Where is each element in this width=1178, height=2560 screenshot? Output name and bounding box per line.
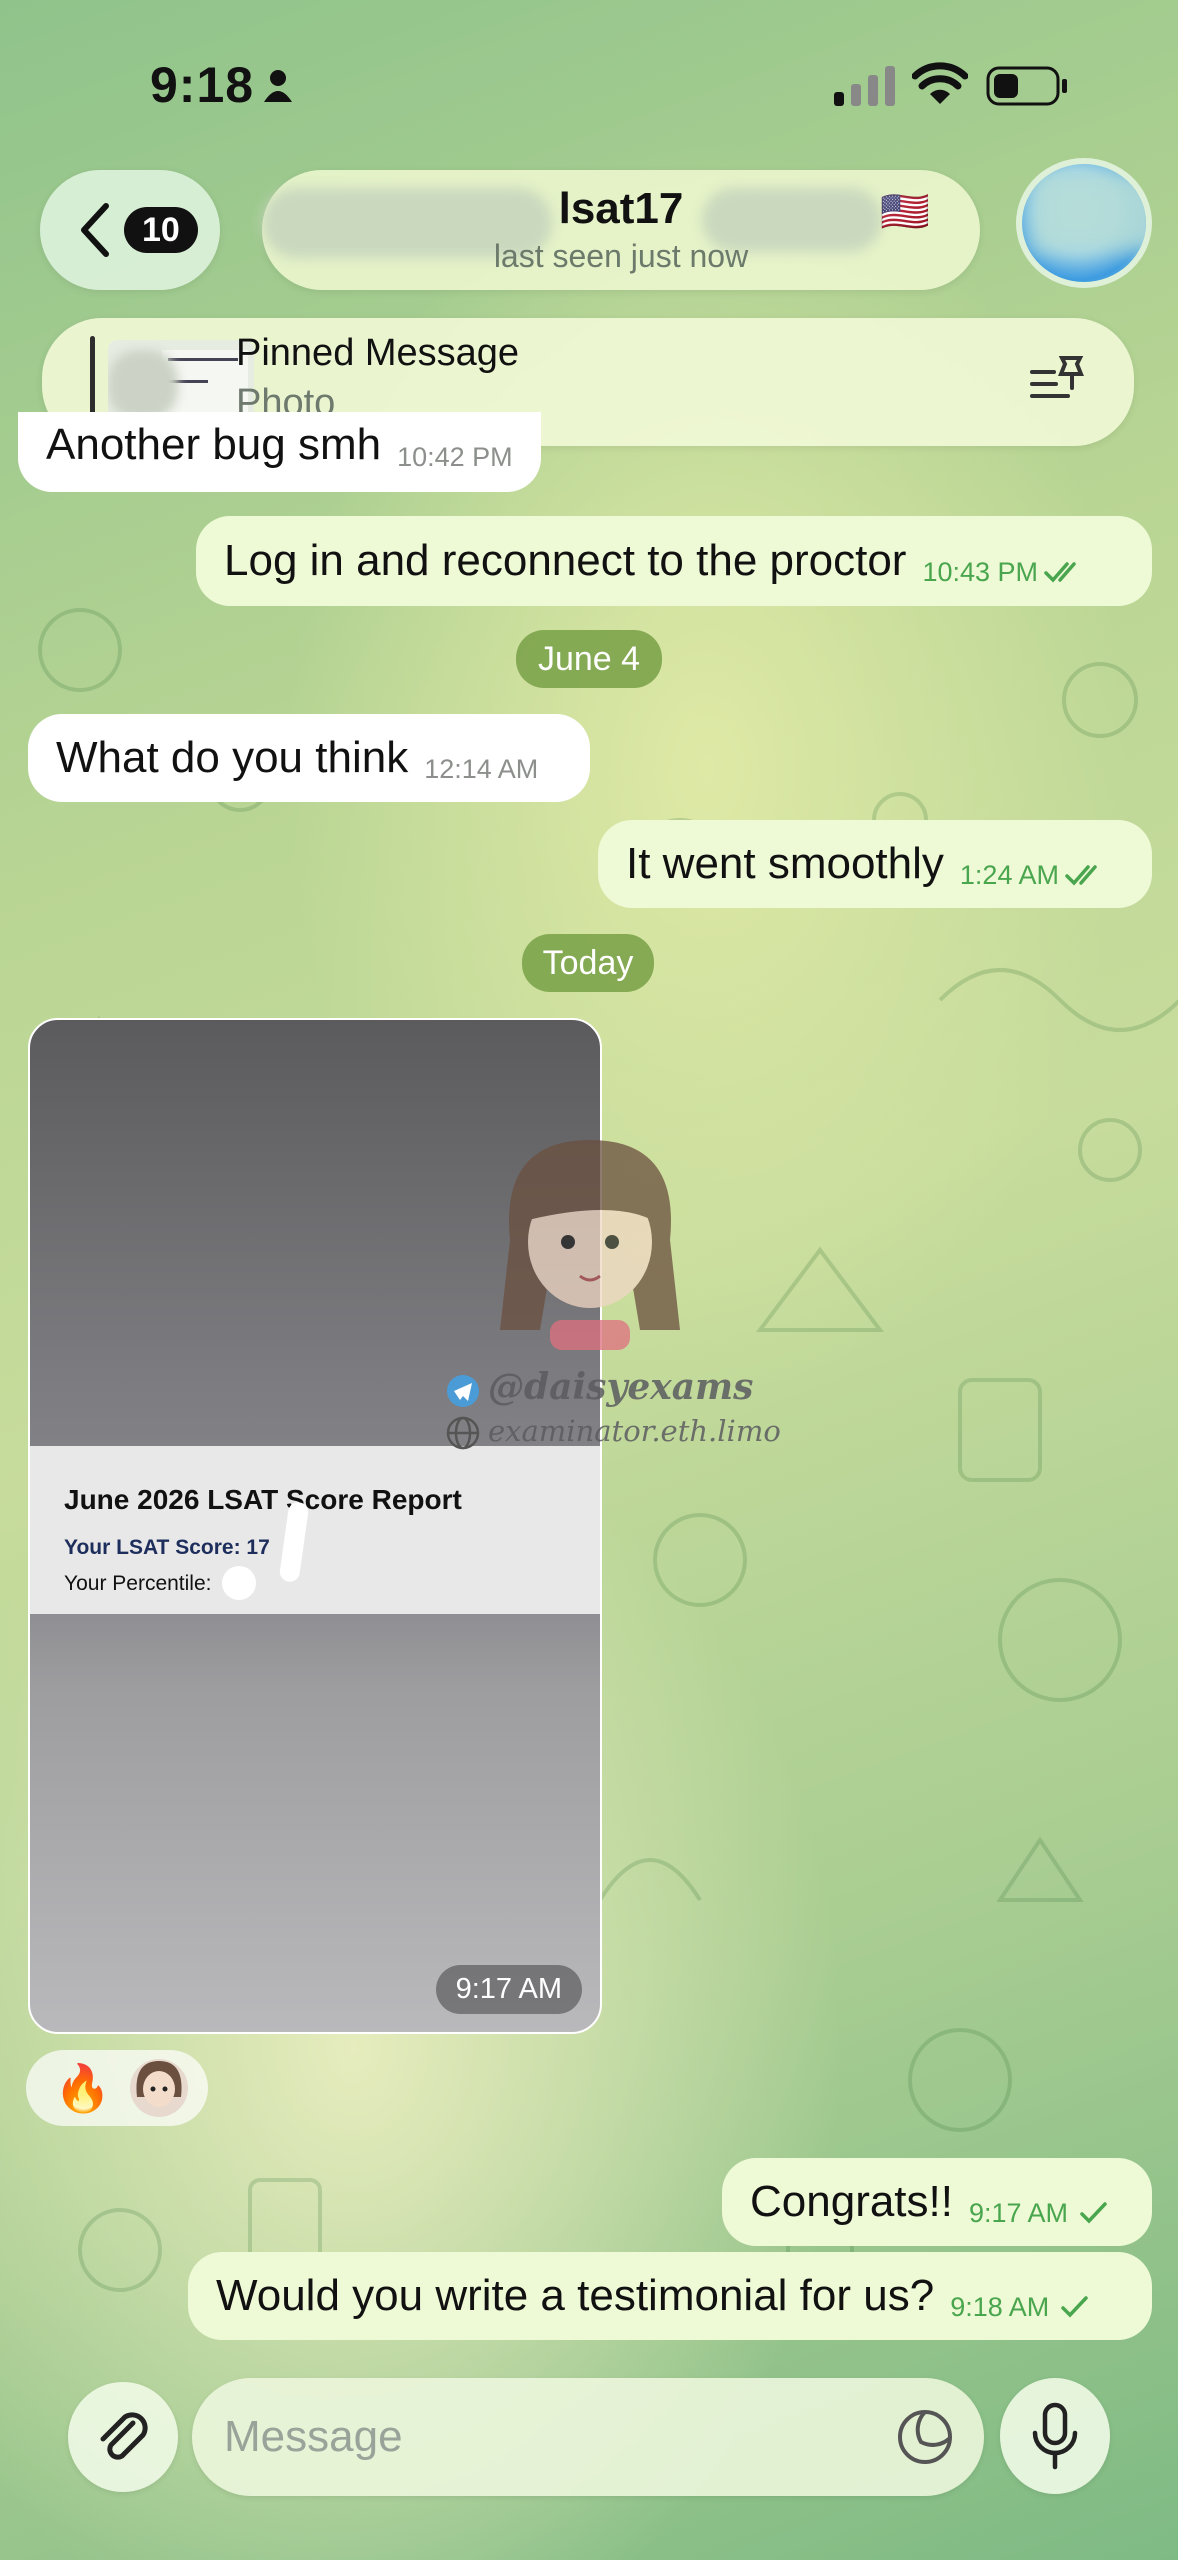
message-bubble-incoming[interactable]: Another bug smh 10:42 PM xyxy=(18,412,541,492)
signal-icon xyxy=(834,66,895,106)
message-time: 10:43 PM xyxy=(922,556,1039,587)
battery-icon xyxy=(986,66,1067,106)
pin-list-icon[interactable] xyxy=(1028,352,1088,406)
chevron-left-icon xyxy=(81,203,109,257)
message-bubble-incoming[interactable]: What do you think 12:14 AM xyxy=(28,714,590,802)
pinned-title: Pinned Message xyxy=(236,332,520,374)
message-text: It went smoothly xyxy=(626,839,944,888)
back-button[interactable]: 10 xyxy=(40,170,220,290)
date-separator: Today xyxy=(522,934,654,992)
message-input-container[interactable] xyxy=(192,2378,984,2496)
double-check-icon xyxy=(1044,562,1076,583)
message-time: 9:17 AM xyxy=(968,2197,1069,2228)
paperclip-icon xyxy=(100,2412,148,2460)
double-check-icon xyxy=(1065,865,1097,886)
reactor-avatar xyxy=(130,2059,189,2117)
status-time: 9:18 xyxy=(150,57,255,113)
us-flag-icon: 🇺🇸 xyxy=(880,190,930,234)
telegram-icon xyxy=(447,1375,479,1407)
message-text: Log in and reconnect to the proctor xyxy=(224,536,907,585)
watermark-handle: @daisyexams xyxy=(488,1366,754,1408)
attach-button[interactable] xyxy=(68,2382,178,2492)
message-text: Would you write a testimonial for us? xyxy=(216,2271,935,2320)
last-seen-status: last seen just now xyxy=(493,238,749,274)
sticker-icon[interactable] xyxy=(896,2408,954,2466)
redaction-mark xyxy=(222,1566,256,1600)
fire-reaction-icon[interactable]: 🔥 xyxy=(54,2061,111,2116)
unread-count-badge: 10 xyxy=(124,207,198,253)
message-input[interactable] xyxy=(224,2378,844,2496)
person-icon xyxy=(264,70,292,102)
message-time: 12:14 AM xyxy=(424,753,539,784)
message-time: 10:42 PM xyxy=(397,441,513,472)
message-text: What do you think xyxy=(56,733,409,782)
message-bubble-outgoing[interactable]: Congrats!! 9:17 AM xyxy=(722,2158,1152,2246)
message-bubble-outgoing[interactable]: Would you write a testimonial for us? 9:… xyxy=(188,2252,1152,2340)
wifi-icon xyxy=(912,62,968,104)
percentile-label: Your Percentile: xyxy=(64,1572,212,1595)
watermark-girl-logo xyxy=(500,1140,680,1350)
reactions-bar[interactable]: 🔥 xyxy=(26,2050,208,2126)
message-time: 9:18 AM xyxy=(950,2291,1050,2322)
message-text: Congrats!! xyxy=(750,2177,953,2226)
message-time: 1:24 AM xyxy=(959,859,1059,890)
globe-icon xyxy=(446,1416,480,1450)
voice-message-button[interactable] xyxy=(1000,2378,1110,2494)
score-report-card: June 2026 LSAT Score Report Your LSAT Sc… xyxy=(30,1446,600,1614)
watermark-site: examinator.eth.limo xyxy=(488,1414,781,1448)
check-icon xyxy=(1080,2202,1107,2224)
check-icon xyxy=(1061,2296,1088,2318)
message-bubble-outgoing[interactable]: It went smoothly 1:24 AM xyxy=(598,820,1152,908)
avatar[interactable] xyxy=(1016,158,1152,288)
message-bubble-outgoing[interactable]: Log in and reconnect to the proctor 10:4… xyxy=(196,516,1152,606)
score-report-title: June 2026 LSAT Score Report xyxy=(64,1484,462,1515)
message-text: Another bug smh xyxy=(46,420,382,469)
date-separator: June 4 xyxy=(516,630,662,688)
chat-title-pill[interactable]: lsat17 🇺🇸 last seen just now xyxy=(262,170,980,290)
photo-time: 9:17 AM xyxy=(435,1965,582,2014)
microphone-icon xyxy=(1032,2402,1078,2470)
score-label: Your LSAT Score: 17 xyxy=(64,1536,270,1559)
